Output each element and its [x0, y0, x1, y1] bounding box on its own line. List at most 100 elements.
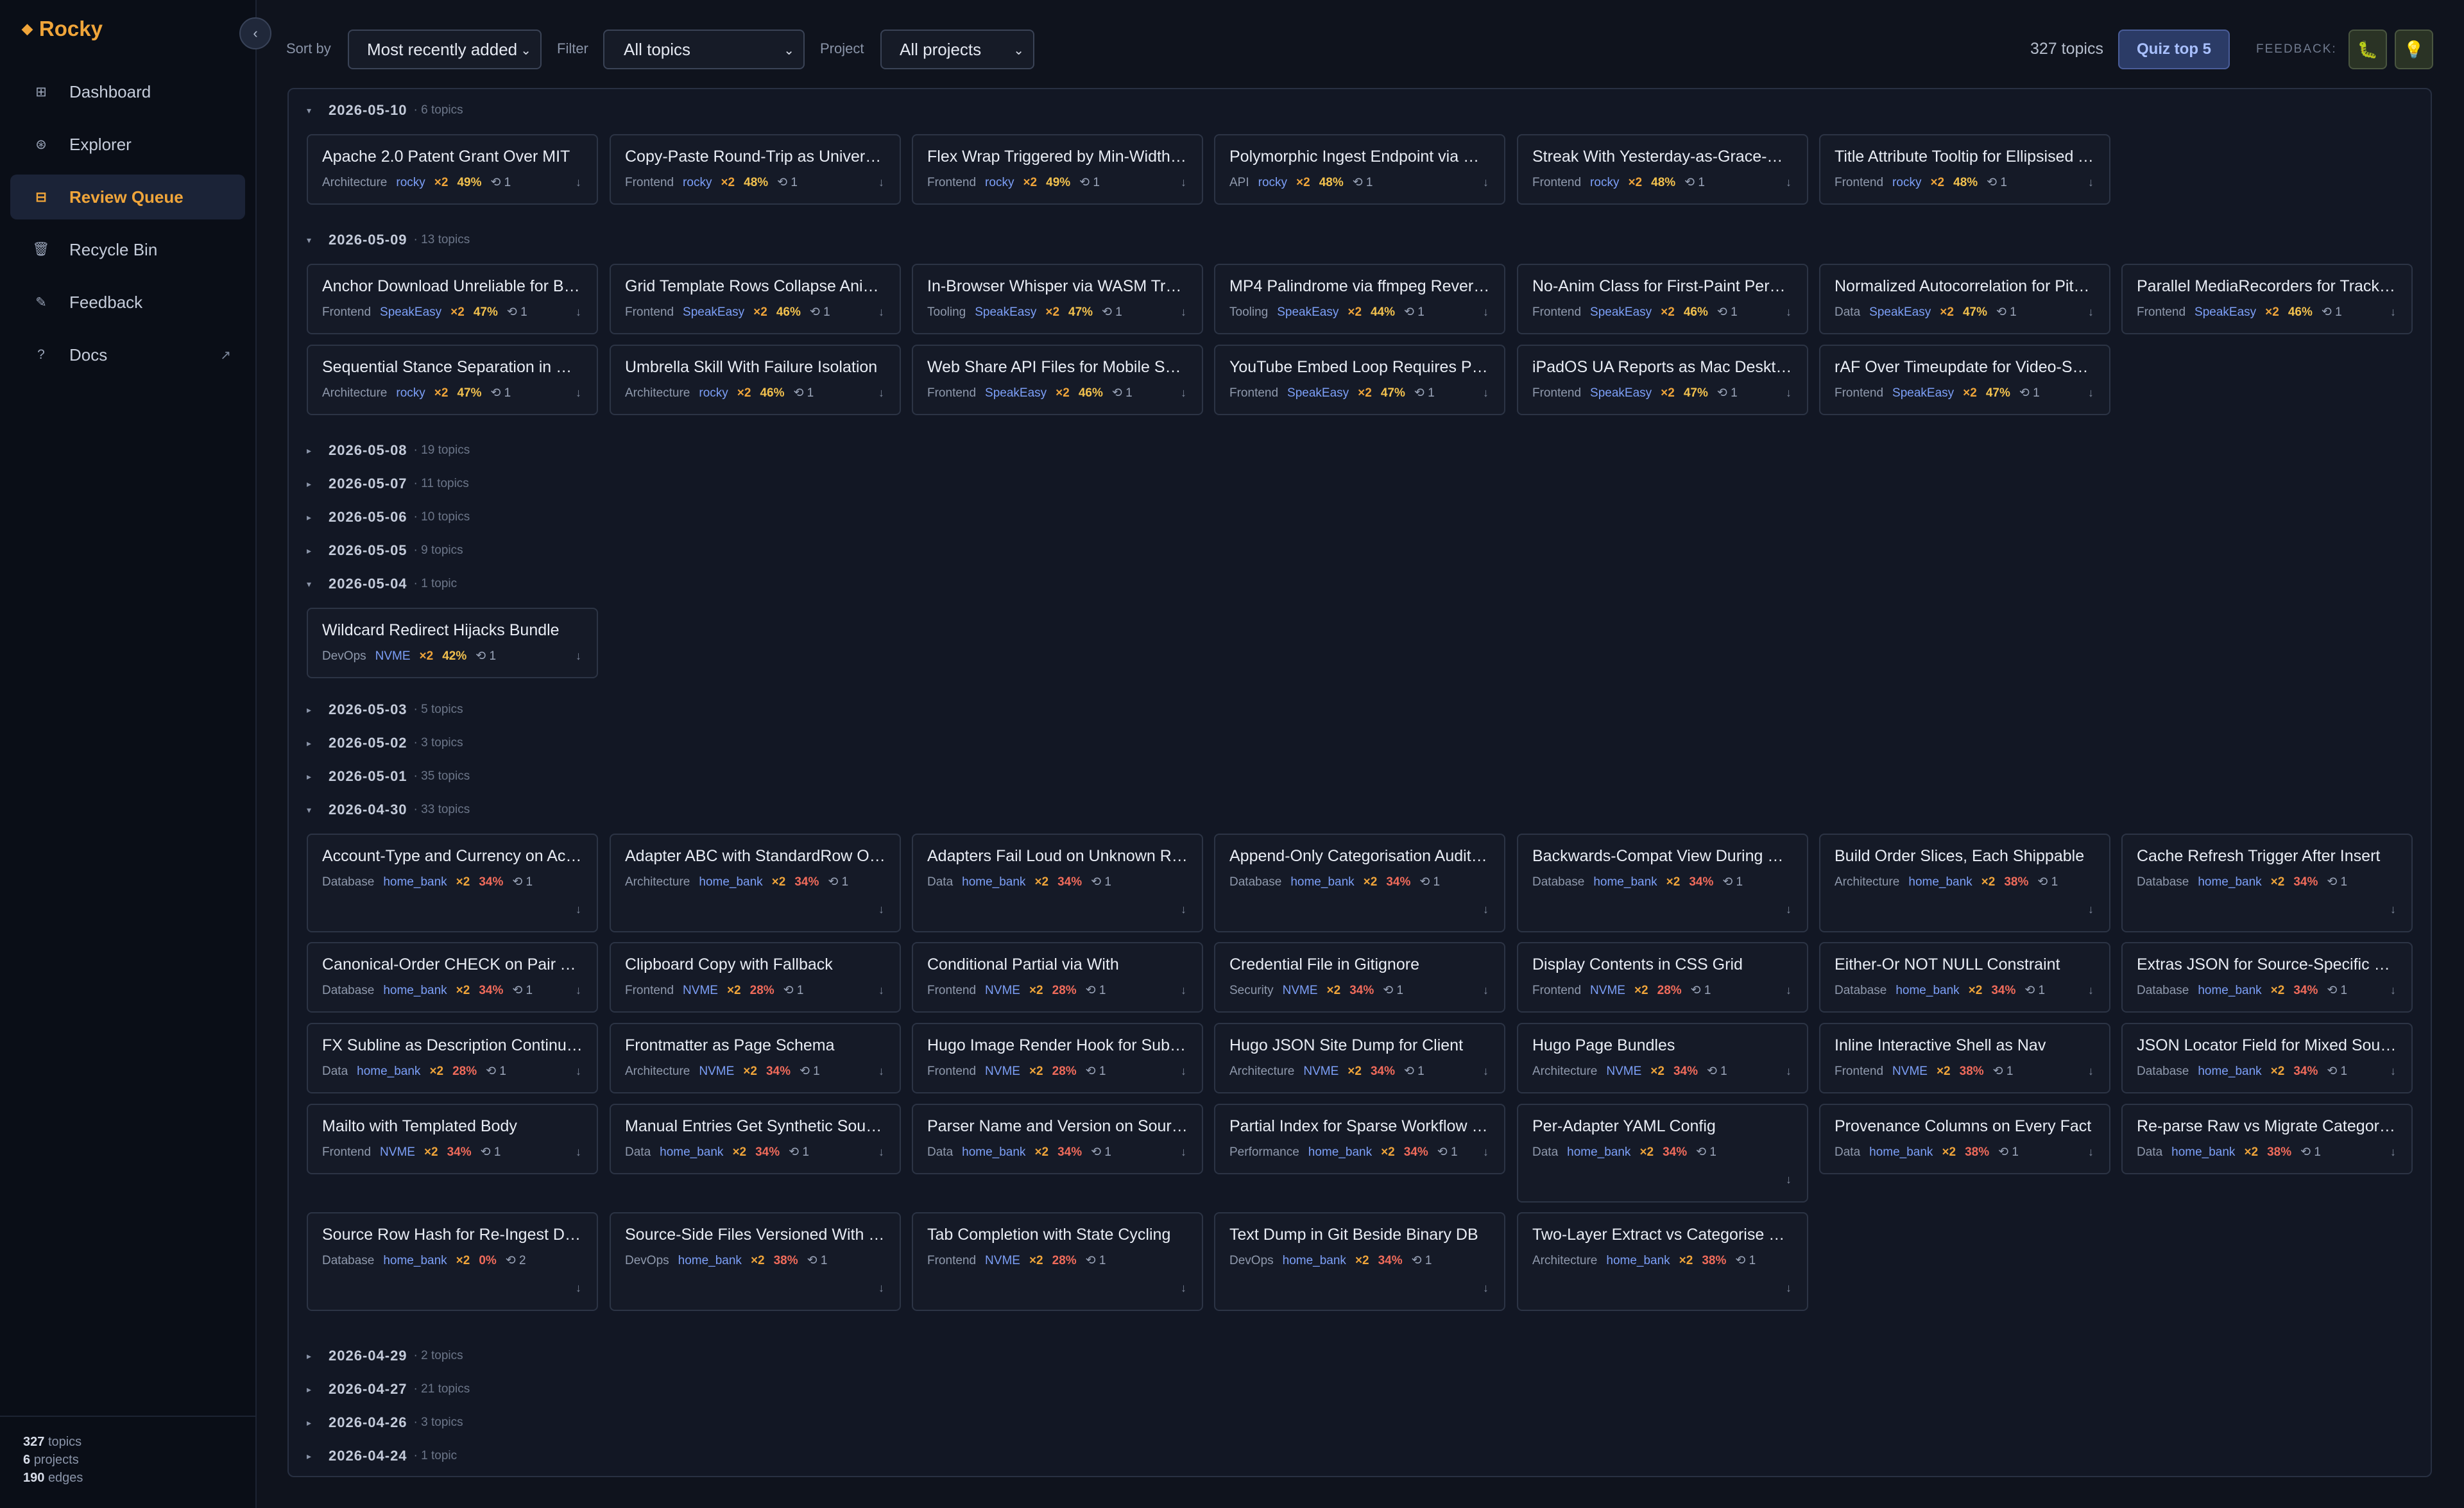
topic-project[interactable]: home_bank [2171, 1145, 2235, 1160]
topic-card[interactable]: Build Order Slices, Each Shippable Archit… [1819, 834, 2110, 932]
topic-project[interactable]: rocky [699, 386, 728, 400]
quiz-top-5-button[interactable]: Quiz top 5 [2118, 30, 2230, 69]
topic-project[interactable]: home_bank [357, 1065, 420, 1079]
topic-project[interactable]: rocky [396, 176, 425, 190]
topic-card[interactable]: Hugo JSON Site Dump for Client Architectu… [1214, 1023, 1505, 1093]
topic-card[interactable]: Flex Wrap Triggered by Min-Width … Fronte… [912, 134, 1203, 205]
bug-report-button[interactable]: 🐛 [2348, 30, 2387, 69]
download-icon[interactable]: ↓ [1181, 176, 1186, 189]
download-icon[interactable]: ↓ [576, 903, 581, 916]
download-icon[interactable]: ↓ [1483, 903, 1489, 916]
sidebar-item-recycle-bin[interactable]: 🗑 Recycle Bin [10, 227, 245, 272]
download-icon[interactable]: ↓ [2088, 386, 2094, 400]
topic-project[interactable]: SpeakEasy [683, 305, 744, 320]
sort-select[interactable]: Most recently added ⌄ [348, 30, 542, 69]
group-header-2026-05-08[interactable]: ▸ 2026-05-08 19 topics [307, 440, 470, 461]
topic-card[interactable]: Sequential Stance Separation in Mu… Archi… [307, 345, 598, 415]
download-icon[interactable]: ↓ [2390, 305, 2396, 319]
download-icon[interactable]: ↓ [1786, 1281, 1792, 1295]
topic-project[interactable]: home_bank [660, 1145, 723, 1160]
download-icon[interactable]: ↓ [576, 1281, 581, 1295]
download-icon[interactable]: ↓ [2088, 984, 2094, 997]
download-icon[interactable]: ↓ [1786, 1065, 1792, 1078]
filter-select[interactable]: All topics ⌄ [603, 30, 805, 69]
topic-project[interactable]: NVME [380, 1145, 415, 1160]
download-icon[interactable]: ↓ [2088, 176, 2094, 189]
topic-card[interactable]: Title Attribute Tooltip for Ellipsised T… [1819, 134, 2110, 205]
topic-project[interactable]: NVME [985, 1065, 1020, 1079]
topic-project[interactable]: NVME [985, 984, 1020, 998]
download-icon[interactable]: ↓ [1181, 984, 1186, 997]
collapse-sidebar-button[interactable]: ‹ [239, 17, 271, 49]
topic-project[interactable]: rocky [396, 386, 425, 400]
topic-project[interactable]: rocky [1590, 176, 1619, 190]
topic-project[interactable]: NVME [985, 1254, 1020, 1268]
topic-card[interactable]: Conditional Partial via With Frontend NVME… [912, 942, 1203, 1013]
topic-card[interactable]: Either-Or NOT NULL Constraint Database hom… [1819, 942, 2110, 1013]
topic-card[interactable]: No-Anim Class for First-Paint Persi… Fron… [1517, 264, 1808, 334]
topic-card[interactable]: Streak With Yesterday-as-Grace-Da… Fronte… [1517, 134, 1808, 205]
download-icon[interactable]: ↓ [1483, 305, 1489, 319]
group-header-2026-05-06[interactable]: ▸ 2026-05-06 10 topics [307, 506, 470, 528]
topic-card[interactable]: Text Dump in Git Beside Binary DB DevOps h… [1214, 1212, 1505, 1311]
topic-card[interactable]: Hugo Image Render Hook for Subp… Frontend… [912, 1023, 1203, 1093]
download-icon[interactable]: ↓ [2390, 1065, 2396, 1078]
topic-card[interactable]: Anchor Download Unreliable for Blo… Front… [307, 264, 598, 334]
topic-project[interactable]: NVME [375, 649, 411, 664]
topic-card[interactable]: Display Contents in CSS Grid Frontend NVME… [1517, 942, 1808, 1013]
download-icon[interactable]: ↓ [1181, 386, 1186, 400]
topic-card[interactable]: In-Browser Whisper via WASM Tran… Tooling… [912, 264, 1203, 334]
topic-card[interactable]: Grid Template Rows Collapse Anim… Fronten… [610, 264, 901, 334]
topic-project[interactable]: NVME [1606, 1065, 1641, 1079]
download-icon[interactable]: ↓ [1483, 1065, 1489, 1078]
download-icon[interactable]: ↓ [2088, 1065, 2094, 1078]
download-icon[interactable]: ↓ [1181, 305, 1186, 319]
group-header-2026-04-29[interactable]: ▸ 2026-04-29 2 topics [307, 1345, 463, 1367]
download-icon[interactable]: ↓ [878, 1145, 884, 1159]
topic-card[interactable]: Normalized Autocorrelation for Pitch… Dat… [1819, 264, 2110, 334]
topic-card[interactable]: Parallel MediaRecorders for Track-… Front… [2121, 264, 2413, 334]
topic-card[interactable]: Wildcard Redirect Hijacks Bundle DevOps NV… [307, 608, 598, 678]
group-header-2026-05-02[interactable]: ▸ 2026-05-02 3 topics [307, 732, 463, 754]
topic-project[interactable]: home_bank [1908, 875, 1972, 889]
group-header-2026-05-04[interactable]: ▾ 2026-05-04 1 topic [307, 573, 457, 595]
topic-project[interactable]: home_bank [1895, 984, 1959, 998]
download-icon[interactable]: ↓ [2088, 305, 2094, 319]
sidebar-item-explorer[interactable]: ⊛ Explorer [10, 122, 245, 167]
download-icon[interactable]: ↓ [2390, 1145, 2396, 1159]
topic-card[interactable]: Source Row Hash for Re-Ingest De… Databas… [307, 1212, 598, 1311]
topic-card[interactable]: Source-Side Files Versioned With C… DevOp… [610, 1212, 901, 1311]
topic-project[interactable]: NVME [1892, 1065, 1928, 1079]
group-header-2026-05-01[interactable]: ▸ 2026-05-01 35 topics [307, 766, 470, 787]
topic-project[interactable]: home_bank [1606, 1254, 1670, 1268]
download-icon[interactable]: ↓ [576, 984, 581, 997]
topic-project[interactable]: home_bank [962, 875, 1025, 889]
topic-project[interactable]: home_bank [383, 875, 447, 889]
topic-card[interactable]: rAF Over Timeupdate for Video-Syn… Fronte… [1819, 345, 2110, 415]
download-icon[interactable]: ↓ [1786, 386, 1792, 400]
topic-project[interactable]: home_bank [2198, 984, 2261, 998]
topic-card[interactable]: Per-Adapter YAML Config Data home_bank ×2 34… [1517, 1104, 1808, 1203]
topic-project[interactable]: SpeakEasy [380, 305, 441, 320]
topic-project[interactable]: rocky [1892, 176, 1921, 190]
download-icon[interactable]: ↓ [878, 903, 884, 916]
group-header-2026-05-09[interactable]: ▾ 2026-05-09 13 topics [307, 229, 470, 251]
download-icon[interactable]: ↓ [576, 305, 581, 319]
download-icon[interactable]: ↓ [1786, 984, 1792, 997]
topic-project[interactable]: home_bank [1308, 1145, 1372, 1160]
group-header-2026-05-05[interactable]: ▸ 2026-05-05 9 topics [307, 540, 463, 561]
download-icon[interactable]: ↓ [1786, 903, 1792, 916]
sidebar-item-feedback[interactable]: ✎ Feedback [10, 280, 245, 325]
group-header-2026-04-24[interactable]: ▸ 2026-04-24 1 topic [307, 1445, 457, 1467]
group-header-2026-05-07[interactable]: ▸ 2026-05-07 11 topics [307, 473, 469, 495]
topic-project[interactable]: SpeakEasy [985, 386, 1047, 400]
topic-project[interactable]: home_bank [678, 1254, 742, 1268]
download-icon[interactable]: ↓ [576, 386, 581, 400]
download-icon[interactable]: ↓ [1483, 984, 1489, 997]
topic-project[interactable]: rocky [985, 176, 1014, 190]
download-icon[interactable]: ↓ [2088, 1145, 2094, 1159]
download-icon[interactable]: ↓ [878, 176, 884, 189]
download-icon[interactable]: ↓ [2390, 984, 2396, 997]
topic-card[interactable]: YouTube Embed Loop Requires Pla… Frontend… [1214, 345, 1505, 415]
download-icon[interactable]: ↓ [2088, 903, 2094, 916]
